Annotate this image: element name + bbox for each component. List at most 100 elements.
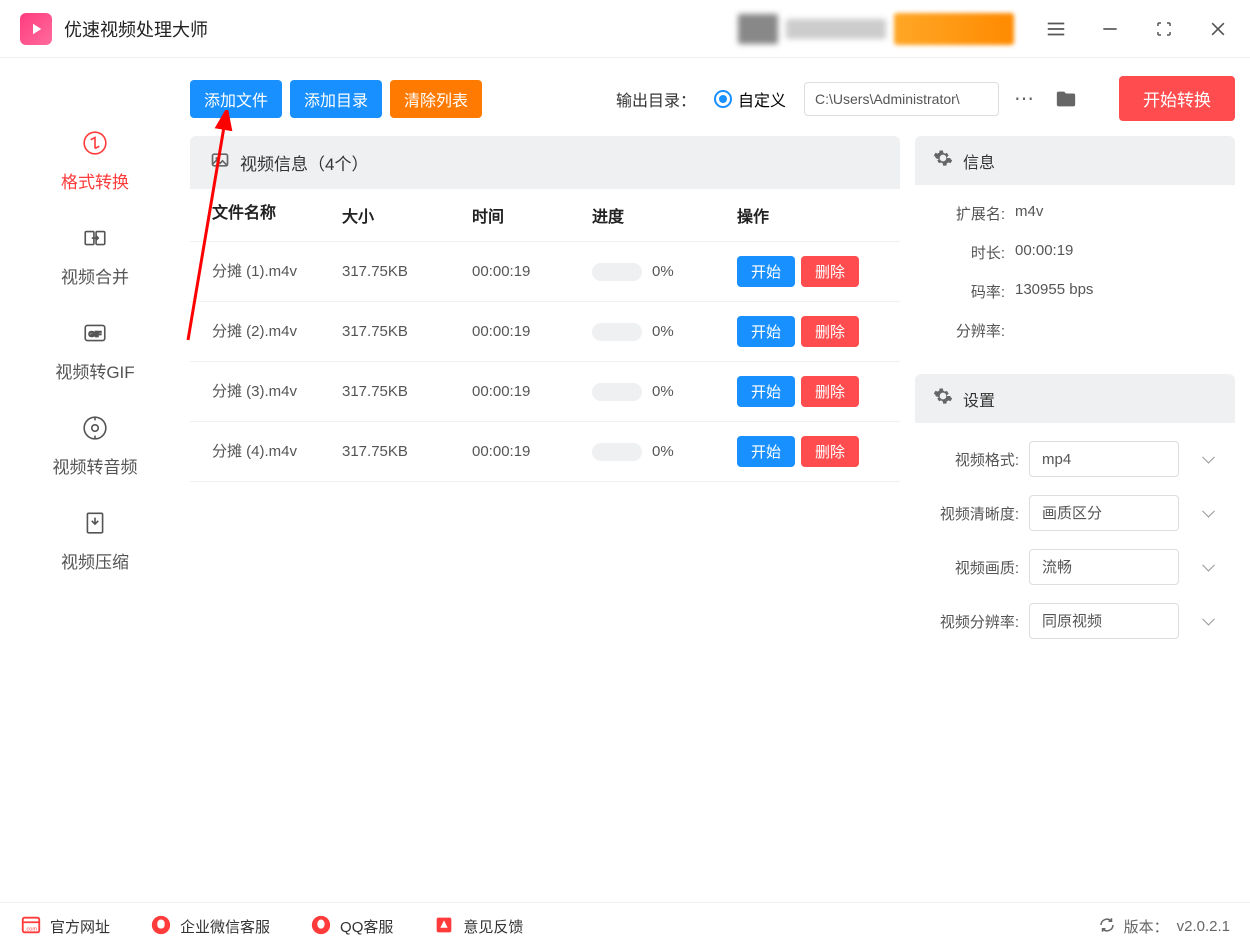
file-name: 分摊 (4).m4v [212, 441, 342, 462]
progress-bar [592, 383, 642, 401]
feedback-icon [433, 914, 455, 940]
version-label: 版本： [1124, 916, 1169, 937]
folder-icon[interactable] [1049, 82, 1083, 116]
progress-bar [592, 263, 642, 281]
wechat-link[interactable]: 企业微信客服 [150, 914, 270, 940]
sidebar-item-merge[interactable]: 视频合并 [61, 223, 129, 288]
compress-icon [80, 508, 110, 538]
progress-text: 0% [652, 263, 674, 280]
file-size: 317.75KB [342, 443, 472, 460]
minimize-icon[interactable] [1098, 17, 1122, 41]
sidebar: 格式转换 视频合并 GIF 视频转GIF 视频转音频 视频压缩 [0, 58, 190, 902]
progress-text: 0% [652, 323, 674, 340]
output-path-input[interactable] [804, 82, 999, 116]
add-file-button[interactable]: 添加文件 [190, 80, 282, 118]
table-row[interactable]: 分摊 (4).m4v 317.75KB 00:00:19 0% 开始 删除 [190, 422, 900, 482]
row-delete-button[interactable]: 删除 [801, 256, 859, 287]
user-area[interactable] [738, 13, 1014, 45]
duration-value: 00:00:19 [1015, 242, 1215, 263]
file-time: 00:00:19 [472, 263, 592, 280]
table-row[interactable]: 分摊 (3).m4v 317.75KB 00:00:19 0% 开始 删除 [190, 362, 900, 422]
col-progress-header: 进度 [592, 203, 737, 227]
gif-icon: GIF [80, 318, 110, 348]
progress-text: 0% [652, 443, 674, 460]
col-size-header: 大小 [342, 203, 472, 227]
sidebar-item-compress[interactable]: 视频压缩 [61, 508, 129, 573]
version-value: v2.0.2.1 [1177, 918, 1230, 935]
info-panel: 信息 扩展名: m4v 时长: 00:00:19 码率: 130955 bps … [915, 136, 1235, 359]
video-info-header: 视频信息（4个） [190, 136, 900, 189]
format-select[interactable]: mp4 [1029, 441, 1179, 477]
row-start-button[interactable]: 开始 [737, 376, 795, 407]
table-header-row: 文件名称 大小 时间 进度 操作 [190, 189, 900, 242]
file-progress: 0% [592, 443, 737, 461]
video-info-title: 视频信息（4个） [240, 150, 368, 175]
start-convert-button[interactable]: 开始转换 [1119, 76, 1235, 121]
sidebar-item-label: 视频转GIF [55, 358, 134, 383]
svg-text:GIF: GIF [89, 329, 102, 338]
sidebar-item-format-convert[interactable]: 格式转换 [61, 128, 129, 193]
convert-icon [80, 128, 110, 158]
file-size: 317.75KB [342, 263, 472, 280]
toolbar: 添加文件 添加目录 清除列表 输出目录： 自定义 ⋯ 开始转换 [190, 68, 1235, 136]
row-start-button[interactable]: 开始 [737, 256, 795, 287]
col-time-header: 时间 [472, 203, 592, 227]
file-name: 分摊 (1).m4v [212, 261, 342, 282]
feedback-link[interactable]: 意见反馈 [433, 914, 523, 940]
qq-icon [310, 914, 332, 940]
info-panel-title: 信息 [963, 149, 995, 173]
sidebar-item-gif[interactable]: GIF 视频转GIF [55, 318, 134, 383]
maximize-icon[interactable] [1152, 17, 1176, 41]
menu-icon[interactable] [1044, 17, 1068, 41]
clarity-label: 视频清晰度: [917, 503, 1029, 524]
clear-list-button[interactable]: 清除列表 [390, 80, 482, 118]
file-progress: 0% [592, 323, 737, 341]
feedback-label: 意见反馈 [463, 916, 523, 937]
ext-label: 扩展名: [935, 203, 1015, 224]
sidebar-item-label: 视频合并 [61, 263, 129, 288]
row-start-button[interactable]: 开始 [737, 436, 795, 467]
qq-label: QQ客服 [340, 916, 393, 937]
version-display[interactable]: 版本： v2.0.2.1 [1098, 916, 1230, 938]
official-link[interactable]: .com 官方网址 [20, 914, 110, 940]
clarity-select[interactable]: 画质区分 [1029, 495, 1179, 531]
progress-text: 0% [652, 383, 674, 400]
quality-select[interactable]: 流畅 [1029, 549, 1179, 585]
refresh-icon [1098, 916, 1116, 938]
format-label: 视频格式: [917, 449, 1029, 470]
close-icon[interactable] [1206, 17, 1230, 41]
row-delete-button[interactable]: 删除 [801, 436, 859, 467]
sidebar-item-label: 视频压缩 [61, 548, 129, 573]
row-delete-button[interactable]: 删除 [801, 376, 859, 407]
more-icon[interactable]: ⋯ [1007, 82, 1041, 116]
file-name: 分摊 (3).m4v [212, 381, 342, 402]
settings-panel-title: 设置 [963, 387, 995, 411]
add-dir-button[interactable]: 添加目录 [290, 80, 382, 118]
resolution-select[interactable]: 同原视频 [1029, 603, 1179, 639]
duration-label: 时长: [935, 242, 1015, 263]
file-table-panel: 视频信息（4个） 文件名称 大小 时间 进度 操作 分摊 (1).m4v 317… [190, 136, 900, 902]
titlebar: 优速视频处理大师 [0, 0, 1250, 58]
qq-link[interactable]: QQ客服 [310, 914, 393, 940]
table-row[interactable]: 分摊 (1).m4v 317.75KB 00:00:19 0% 开始 删除 [190, 242, 900, 302]
sidebar-item-label: 视频转音频 [53, 453, 138, 478]
sidebar-item-label: 格式转换 [61, 168, 129, 193]
merge-icon [80, 223, 110, 253]
res-label: 视频分辨率: [917, 611, 1029, 632]
sidebar-item-audio[interactable]: 视频转音频 [53, 413, 138, 478]
progress-bar [592, 443, 642, 461]
bitrate-value: 130955 bps [1015, 281, 1215, 302]
ext-value: m4v [1015, 203, 1215, 224]
file-progress: 0% [592, 383, 737, 401]
svg-text:.com: .com [25, 926, 37, 932]
table-row[interactable]: 分摊 (2).m4v 317.75KB 00:00:19 0% 开始 删除 [190, 302, 900, 362]
settings-panel: 设置 视频格式: mp4 视频清晰度: 画质区分 视频画质: 流畅 视频分辨率:… [915, 374, 1235, 657]
output-dir-label: 输出目录： [616, 87, 696, 111]
custom-radio[interactable]: 自定义 [714, 87, 786, 111]
gear-icon [933, 148, 953, 173]
row-delete-button[interactable]: 删除 [801, 316, 859, 347]
resolution-label: 分辨率: [935, 320, 1015, 341]
row-start-button[interactable]: 开始 [737, 316, 795, 347]
file-size: 317.75KB [342, 323, 472, 340]
app-title: 优速视频处理大师 [64, 16, 208, 42]
